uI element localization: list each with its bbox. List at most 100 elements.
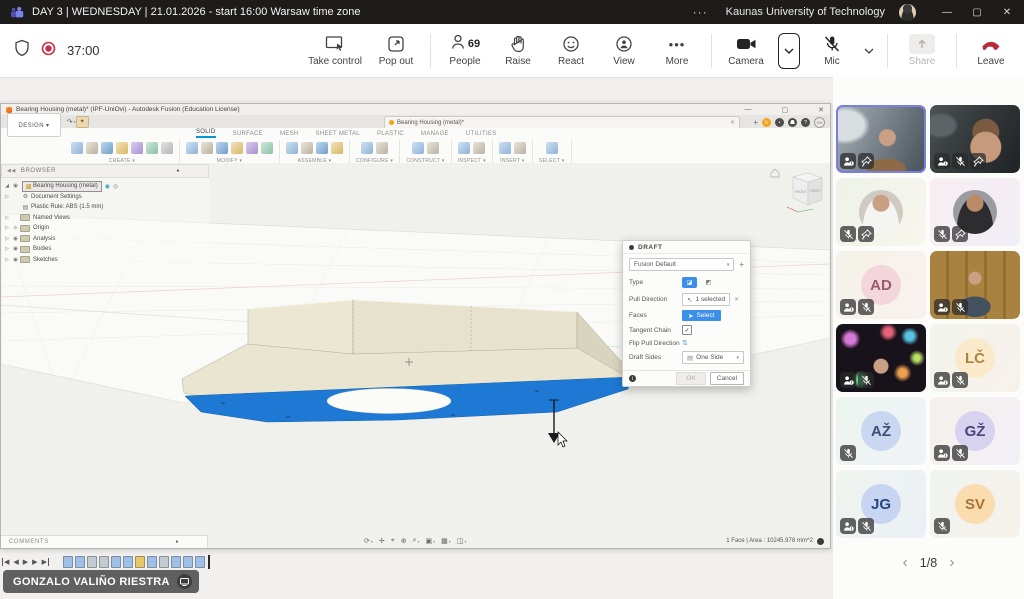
view-button[interactable]: View	[601, 27, 647, 75]
camera-button[interactable]: Camera	[723, 27, 769, 75]
timeline-playback-icon[interactable]: ◀	[2, 558, 9, 566]
participant-SV[interactable]: SV	[930, 470, 1020, 538]
draft-sides-dropdown[interactable]: ▤One Side▾	[682, 351, 744, 364]
timeline-feature-icon[interactable]	[63, 556, 73, 568]
timeline-feature-icon[interactable]	[183, 556, 193, 568]
orbit-icon[interactable]: ⟳▾	[364, 537, 373, 545]
browser-options-icon[interactable]: ●	[176, 168, 180, 174]
visibility-eye-icon[interactable]: ◉	[11, 183, 20, 189]
profile-icon[interactable]: •	[775, 118, 784, 127]
ribbon-tab-plastic[interactable]: PLASTIC	[377, 131, 404, 137]
react-button[interactable]: React	[548, 27, 594, 75]
timeline-feature-icon[interactable]	[75, 556, 85, 568]
notifications-bell-icon[interactable]	[788, 118, 797, 127]
participant-GZ[interactable]: GŽ !	[930, 397, 1020, 465]
visibility-eye-icon[interactable]: ◉	[11, 225, 20, 231]
close-button[interactable]: ✕	[992, 0, 1022, 24]
timeline-feature-icon[interactable]	[123, 556, 133, 568]
more-button[interactable]: ••• More	[654, 27, 700, 75]
faces-select-button[interactable]: ➤Select	[682, 310, 721, 321]
participant-AD[interactable]: AD !	[836, 251, 926, 319]
preset-dropdown[interactable]: Fusion Default▾	[629, 258, 734, 271]
account-avatar[interactable]: GV	[814, 117, 825, 128]
participant-photo-2[interactable]	[930, 178, 1020, 246]
timeline-feature-icon[interactable]	[99, 556, 109, 568]
tool-icon[interactable]	[231, 142, 243, 154]
page-next-icon[interactable]: ›	[949, 555, 954, 571]
browser-item[interactable]: ▤Plastic Rule: ABS (1.5 mm)	[3, 202, 209, 213]
tool-icon[interactable]	[286, 142, 298, 154]
look-at-icon[interactable]: ⌖	[391, 537, 395, 545]
minimize-button[interactable]: —	[932, 0, 962, 24]
take-control-button[interactable]: Take control	[304, 27, 366, 75]
clear-selection-icon[interactable]: ✕	[734, 296, 739, 303]
browser-item[interactable]: ▷◉Sketches	[3, 255, 209, 266]
type-parting-line-button[interactable]: ◩	[700, 276, 717, 289]
tool-icon[interactable]	[301, 142, 313, 154]
browser-item[interactable]: ▷◉Bodies	[3, 244, 209, 255]
tool-icon[interactable]	[86, 142, 98, 154]
display-settings-icon[interactable]: ▣▾	[426, 537, 436, 545]
participant-AZ[interactable]: AŽ	[836, 397, 926, 465]
ribbon-tab-utilities[interactable]: UTILITIES	[466, 131, 497, 137]
tool-icon[interactable]	[361, 142, 373, 154]
tool-icon[interactable]	[316, 142, 328, 154]
tool-icon[interactable]	[331, 142, 343, 154]
browser-item[interactable]: ▷Named Views	[3, 213, 209, 224]
fusion-close-button[interactable]: ✕	[818, 106, 824, 114]
participant-video-3[interactable]: !	[930, 251, 1020, 319]
tool-icon[interactable]	[216, 142, 228, 154]
pull-direction-selector[interactable]: ↖1 selected	[682, 293, 730, 306]
flip-direction-icon[interactable]: ⇅	[682, 339, 688, 347]
tool-icon[interactable]	[427, 142, 439, 154]
fusion-minimize-button[interactable]: —	[745, 106, 752, 114]
tool-icon[interactable]	[514, 142, 526, 154]
participant-video-1[interactable]: !	[836, 105, 926, 173]
timeline-playback-icon[interactable]: ▶	[23, 558, 28, 566]
tool-icon[interactable]	[146, 142, 158, 154]
tool-icon[interactable]	[101, 142, 113, 154]
user-avatar[interactable]	[899, 4, 916, 21]
fusion-restore-button[interactable]: ▢	[782, 106, 789, 114]
ribbon-tab-sheet-metal[interactable]: SHEET METAL	[316, 131, 360, 137]
comments-bar[interactable]: COMMENTS ●	[1, 535, 208, 548]
job-status-icon[interactable]: ↻	[762, 118, 771, 127]
timeline-playback-icon[interactable]: ▶	[32, 558, 37, 566]
timeline-feature-icon[interactable]	[195, 556, 205, 568]
timeline-playback-icon[interactable]: ◀	[13, 558, 18, 566]
people-button[interactable]: 69 People	[442, 27, 488, 75]
tool-icon[interactable]	[186, 142, 198, 154]
mic-options-chevron[interactable]	[864, 48, 874, 54]
timeline-marker[interactable]	[208, 555, 210, 569]
grid-settings-icon[interactable]: ▦▾	[441, 537, 451, 545]
collapse-icon[interactable]: ◀◀	[7, 168, 16, 174]
titlebar-overflow-icon[interactable]: ···	[693, 5, 708, 19]
camera-options-chevron[interactable]	[778, 33, 800, 69]
restore-button[interactable]: ▢	[962, 0, 992, 24]
extensions-icon[interactable]: ✦	[76, 116, 89, 128]
participant-photo-1[interactable]	[836, 178, 926, 246]
help-icon[interactable]: ?	[801, 118, 810, 127]
add-preset-button[interactable]: +	[739, 260, 744, 269]
page-prev-icon[interactable]: ‹	[902, 555, 907, 571]
tool-icon[interactable]	[412, 142, 424, 154]
tool-icon[interactable]	[71, 142, 83, 154]
sync-icon[interactable]: ◉	[105, 183, 110, 190]
walk-icon[interactable]: ⊕	[401, 537, 407, 545]
tool-icon[interactable]	[161, 142, 173, 154]
redo-icon[interactable]: ↷▾	[67, 118, 76, 126]
participant-LC[interactable]: LČ !	[930, 324, 1020, 392]
browser-item[interactable]: ▷◉Origin	[3, 223, 209, 234]
tangent-chain-checkbox[interactable]: ✓	[682, 325, 692, 335]
mic-button[interactable]: Mic	[809, 27, 855, 75]
visibility-eye-icon[interactable]: ◉	[11, 246, 20, 252]
new-document-button[interactable]: +	[753, 118, 758, 127]
tool-icon[interactable]	[131, 142, 143, 154]
tool-icon[interactable]	[201, 142, 213, 154]
timeline-feature-icon[interactable]	[171, 556, 181, 568]
ground-icon[interactable]: ◎	[113, 183, 118, 190]
zoom-icon[interactable]: ⌕▾	[413, 537, 420, 545]
timeline-feature-icon[interactable]	[159, 556, 169, 568]
tool-icon[interactable]	[376, 142, 388, 154]
browser-item[interactable]: ▷◉Analysis	[3, 234, 209, 245]
